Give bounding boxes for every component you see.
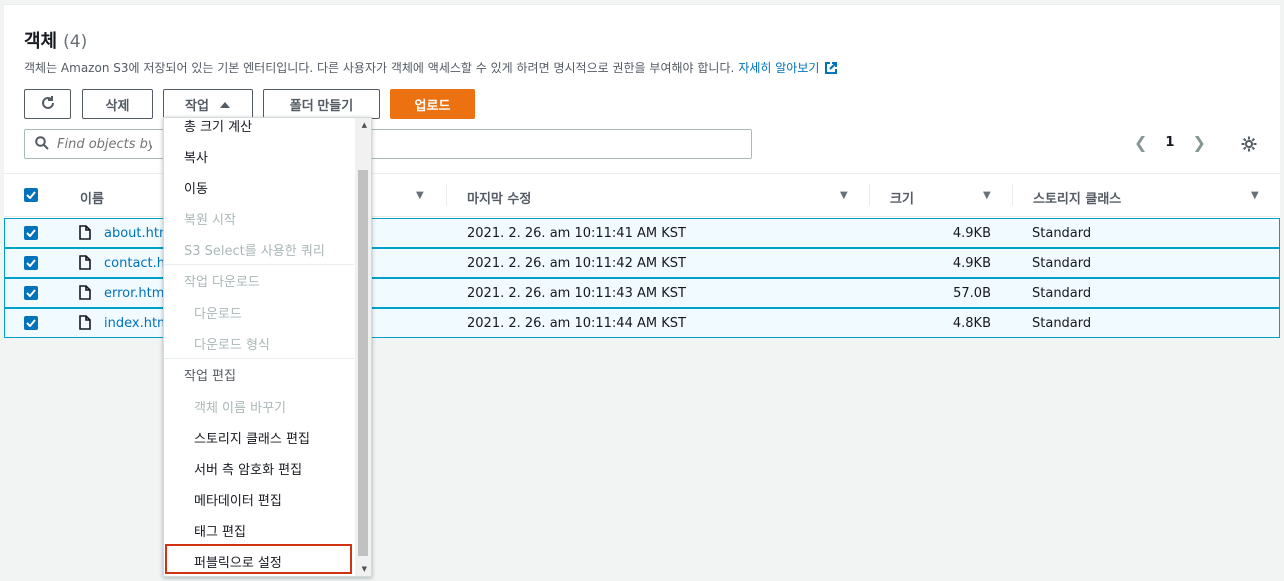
prev-page-icon[interactable]: ❮ [1134,133,1147,152]
last-modified: 2021. 2. 26. am 10:11:43 AM KST [467,286,686,301]
storage-class: Standard [1032,256,1092,271]
menu-divider [164,264,354,265]
current-page[interactable]: 1 [1165,135,1174,150]
delete-button[interactable]: 삭제 [82,89,153,119]
menu-item-edit-tags[interactable]: 태그 편집 [194,521,246,540]
actions-dropdown-menu: 총 크기 계산 복사 이동 복원 시작 S3 Select를 사용한 쿼리 작업… [163,117,372,577]
sort-storage-icon[interactable]: ▼ [1251,190,1259,201]
actions-label: 작업 [185,97,209,113]
column-storage-class[interactable]: 스토리지 클래스 [1033,188,1121,207]
menu-item-download[interactable]: 다운로드 [194,303,242,322]
object-name-link[interactable]: index.htm [104,316,170,331]
sort-name-icon[interactable]: ▼ [416,190,424,201]
menu-item-edit-metadata[interactable]: 메타데이터 편집 [194,490,282,509]
sort-size-icon[interactable]: ▼ [983,190,991,201]
menu-group-edit: 작업 편집 [184,369,236,384]
object-count: (4) [63,32,88,52]
menu-item-initiate-restore[interactable]: 복원 시작 [184,209,236,228]
menu-item-copy[interactable]: 복사 [184,147,208,166]
gear-icon[interactable] [1240,135,1258,157]
storage-class: Standard [1032,226,1092,241]
search-box[interactable] [24,129,752,159]
menu-item-rename-object[interactable]: 객체 이름 바꾸기 [194,397,286,416]
search-input[interactable] [57,136,152,152]
last-modified: 2021. 2. 26. am 10:11:41 AM KST [467,226,686,241]
search-icon [35,135,49,154]
file-icon [79,225,91,244]
scroll-up-arrow-icon[interactable]: ▲ [362,121,367,129]
row-checkbox[interactable] [24,256,38,270]
column-divider [446,184,447,206]
menu-item-edit-storage-class[interactable]: 스토리지 클래스 편집 [194,428,310,447]
column-divider [1012,184,1013,206]
menu-item-download-as[interactable]: 다운로드 형식 [194,334,270,353]
objects-description: 객체는 Amazon S3에 저장되어 있는 기본 엔터티입니다. 다른 사용자… [24,59,838,76]
menu-item-move[interactable]: 이동 [184,178,208,197]
description-text: 객체는 Amazon S3에 저장되어 있는 기본 엔터티입니다. 다른 사용자… [24,61,735,75]
menu-group-download: 작업 다운로드 [184,275,260,290]
object-name-link[interactable]: error.htm [104,286,164,301]
objects-header: 객체 (4) [24,27,87,53]
storage-class: Standard [1032,316,1092,331]
page-title: 객체 [24,31,58,52]
last-modified: 2021. 2. 26. am 10:11:44 AM KST [467,316,686,331]
column-name[interactable]: 이름 [80,188,104,207]
menu-item-calculate-total-size[interactable]: 총 크기 계산 [184,118,252,135]
column-last-modified[interactable]: 마지막 수정 [467,188,531,207]
sort-modified-icon[interactable]: ▼ [840,190,848,201]
size: 4.9KB [952,256,991,271]
actions-dropdown-button[interactable]: 작업 [163,89,253,119]
menu-item-edit-server-side-encryption[interactable]: 서버 측 암호화 편집 [194,459,302,478]
menu-item-s3-select-query[interactable]: S3 Select를 사용한 쿼리 [184,240,325,259]
menu-scrollbar[interactable]: ▲ ▼ [355,118,371,576]
object-name-link[interactable]: about.htm [104,226,172,241]
size: 57.0B [953,286,991,301]
next-page-icon[interactable]: ❯ [1192,133,1205,152]
refresh-icon [40,95,56,114]
size: 4.9KB [952,226,991,241]
upload-button[interactable]: 업로드 [390,89,475,119]
row-checkbox[interactable] [24,226,38,240]
file-icon [79,285,91,304]
menu-divider [164,358,354,359]
pagination: ❮ 1 ❯ [1134,133,1206,152]
scrollbar-thumb[interactable] [358,170,368,556]
row-checkbox[interactable] [24,286,38,300]
scroll-down-arrow-icon[interactable]: ▼ [362,565,367,573]
file-icon [79,315,91,334]
size: 4.8KB [952,316,991,331]
file-icon [79,255,91,274]
learn-more-link[interactable]: 자세히 알아보기 [738,59,819,76]
last-modified: 2021. 2. 26. am 10:11:42 AM KST [467,256,686,271]
column-size[interactable]: 크기 [890,188,914,207]
caret-up-icon [219,97,231,112]
object-name-link[interactable]: contact.h [104,256,165,271]
menu-item-make-public[interactable]: 퍼블릭으로 설정 [194,552,282,571]
create-folder-button[interactable]: 폴더 만들기 [263,89,380,119]
external-link-icon[interactable] [825,61,838,74]
row-checkbox[interactable] [24,316,38,330]
refresh-button[interactable] [24,89,71,119]
column-divider [869,184,870,206]
select-all-checkbox[interactable] [24,188,38,202]
storage-class: Standard [1032,286,1092,301]
